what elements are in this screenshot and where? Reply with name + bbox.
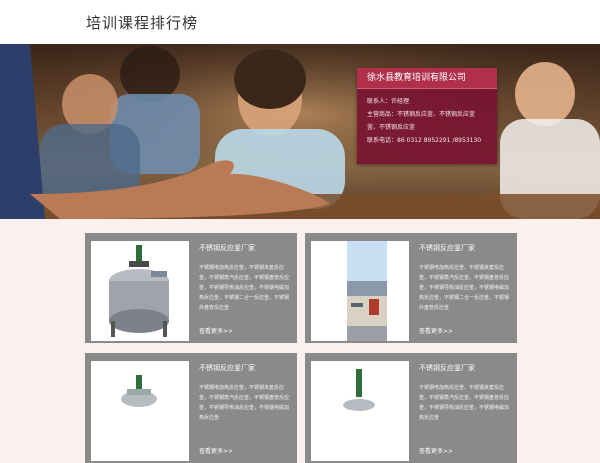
product-image bbox=[311, 241, 409, 341]
product-description: 不锈钢电加热反应釜，不锈钢夹套反应釜，不锈钢蒸汽反应釜，不锈钢盘管反应釜，不锈钢… bbox=[199, 265, 290, 311]
classroom-photo bbox=[0, 44, 600, 219]
company-details: 联系人：许经理 主营商品：不锈钢反应釜、不锈钢反应釜 釜、不锈钢反应釜 联系电话… bbox=[357, 89, 497, 147]
contact-person: 联系人：许经理 bbox=[367, 98, 410, 105]
reactor-kettle-icon bbox=[343, 369, 375, 411]
product-title[interactable]: 不锈钢反应釜厂家 bbox=[199, 243, 255, 253]
reactor-kettle-icon bbox=[121, 375, 157, 407]
company-name: 徐水县教育培训有限公司 bbox=[357, 68, 497, 89]
product-title[interactable]: 不锈钢反应釜厂家 bbox=[199, 363, 255, 373]
product-description: 不锈钢电加热反应釜，不锈钢夹套反应釜，不锈钢蒸汽反应釜，不锈钢盘管反应釜，不锈钢… bbox=[419, 385, 510, 421]
product-list: 不锈钢反应釜厂家 不锈钢电加热反应釜，不锈钢夹套反应釜，不锈钢蒸汽反应釜，不锈钢… bbox=[0, 219, 600, 463]
product-card[interactable]: 不锈钢反应釜厂家 不锈钢电加热反应釜，不锈钢夹套反应釜，不锈钢蒸汽反应釜，不锈钢… bbox=[85, 233, 297, 343]
product-description: 不锈钢电加热反应釜，不锈钢夹套反应釜，不锈钢蒸汽反应釜，不锈钢盘管反应釜，不锈钢… bbox=[199, 385, 290, 421]
hero-banner: 徐水县教育培训有限公司 联系人：许经理 主营商品：不锈钢反应釜、不锈钢反应釜 釜… bbox=[0, 44, 600, 219]
view-more-link[interactable]: 查看更多>> bbox=[419, 326, 453, 335]
product-image bbox=[311, 361, 409, 461]
product-card[interactable]: 不锈钢反应釜厂家 不锈钢电加热反应釜，不锈钢夹套反应釜，不锈钢蒸汽反应釜，不锈钢… bbox=[85, 353, 297, 463]
main-products-line1: 主营商品：不锈钢反应釜、不锈钢反应釜 bbox=[367, 111, 476, 118]
reactor-kettle-icon bbox=[109, 245, 169, 337]
product-description: 不锈钢电加热反应釜，不锈钢夹套反应釜，不锈钢蒸汽反应釜，不锈钢盘管反应釜，不锈钢… bbox=[419, 265, 510, 311]
main-products-line2: 釜、不锈钢反应釜 bbox=[367, 124, 416, 131]
view-more-link[interactable]: 查看更多>> bbox=[199, 446, 233, 455]
product-card[interactable]: 不锈钢反应釜厂家 不锈钢电加热反应釜，不锈钢夹套反应釜，不锈钢蒸汽反应釜，不锈钢… bbox=[305, 233, 517, 343]
factory-building-icon bbox=[311, 241, 409, 341]
product-image bbox=[91, 241, 189, 341]
product-card[interactable]: 不锈钢反应釜厂家 不锈钢电加热反应釜，不锈钢夹套反应釜，不锈钢蒸汽反应釜，不锈钢… bbox=[305, 353, 517, 463]
product-title[interactable]: 不锈钢反应釜厂家 bbox=[419, 243, 475, 253]
contact-phone: 联系电话：86 0312 8952291 /8953130 bbox=[367, 137, 482, 144]
page-title: 培训课程排行榜 bbox=[86, 14, 199, 32]
product-title[interactable]: 不锈钢反应釜厂家 bbox=[419, 363, 475, 373]
view-more-link[interactable]: 查看更多>> bbox=[199, 326, 233, 335]
product-image bbox=[91, 361, 189, 461]
site-header: 培训课程排行榜 bbox=[0, 0, 600, 44]
view-more-link[interactable]: 查看更多>> bbox=[419, 446, 453, 455]
company-info-card: 徐水县教育培训有限公司 联系人：许经理 主营商品：不锈钢反应釜、不锈钢反应釜 釜… bbox=[357, 68, 497, 164]
